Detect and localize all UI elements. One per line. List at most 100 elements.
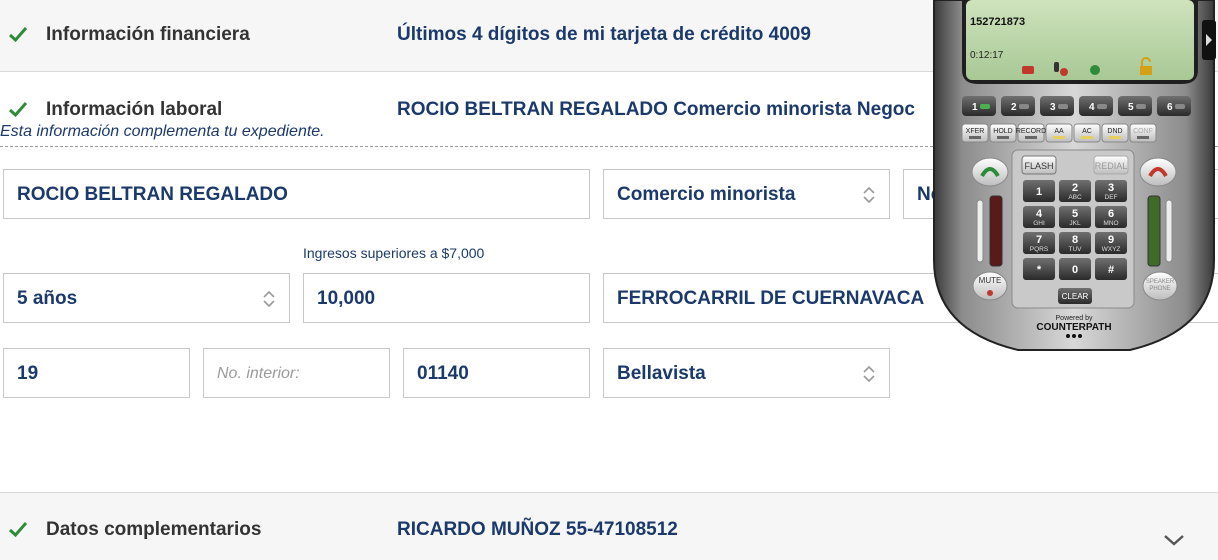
ext-number-input[interactable]: 19 — [3, 348, 190, 398]
dial-key-letters: GHI — [1033, 220, 1045, 227]
seniority-select[interactable]: 5 años — [3, 273, 290, 323]
line-key-1[interactable] — [962, 96, 996, 116]
employer-name-input[interactable]: ROCIO BELTRAN REGALADO — [3, 169, 590, 219]
dial-key-digit: 5 — [1072, 208, 1078, 220]
dial-key-letters: MNO — [1103, 220, 1118, 227]
user-add-icon — [1090, 65, 1100, 75]
function-key-label: XFER — [966, 128, 985, 135]
function-indicator — [997, 136, 1009, 139]
function-indicator — [1053, 136, 1065, 139]
check-icon — [8, 519, 28, 539]
function-key-label: AA — [1054, 128, 1064, 135]
dial-key-digit: 3 — [1108, 182, 1114, 194]
section-summary: ROCIO BELTRAN REGALADO Comercio minorist… — [397, 99, 915, 120]
income-input[interactable]: 10,000 — [303, 273, 590, 323]
lcd-screen — [966, 0, 1194, 80]
function-indicator — [1081, 136, 1093, 139]
speaker-level-meter — [1147, 195, 1161, 267]
line-indicator — [1019, 104, 1029, 109]
phone-icon — [1022, 66, 1034, 74]
field-value: 5 años — [17, 288, 78, 309]
zip-input[interactable]: 01140 — [403, 348, 590, 398]
line-key-5[interactable] — [1118, 96, 1152, 116]
line-key-4[interactable] — [1079, 96, 1113, 116]
redial-label: REDIAL — [1095, 161, 1128, 171]
function-key-label: HOLD — [993, 128, 1012, 135]
hangup-button[interactable] — [1139, 157, 1177, 187]
function-key-label: AC — [1082, 128, 1092, 135]
dial-key-digit: 0 — [1072, 264, 1078, 276]
select-arrows-icon — [863, 185, 875, 205]
dial-key-digit: 6 — [1108, 208, 1114, 220]
function-key-label: DND — [1107, 128, 1122, 135]
speaker-volume-slider[interactable] — [1165, 199, 1173, 263]
line-key-label: 6 — [1167, 102, 1173, 113]
int-number-input[interactable]: No. interior: — [203, 348, 390, 398]
function-indicator — [1137, 136, 1149, 139]
mic-volume-slider[interactable] — [976, 199, 984, 263]
dial-key-digit: 1 — [1036, 186, 1042, 198]
line-key-2[interactable] — [1001, 96, 1035, 116]
function-indicator — [969, 136, 981, 139]
field-value: Bellavista — [617, 363, 706, 384]
dial-key-digit: 8 — [1072, 234, 1078, 246]
dial-key-letters: WXYZ — [1102, 246, 1121, 253]
check-icon — [8, 99, 28, 119]
speaker-label: SPEAKER — [1146, 279, 1175, 285]
line-key-label: 5 — [1128, 102, 1134, 113]
section-extra[interactable]: Datos complementarios RICARDO MUÑOZ 55-4… — [0, 492, 1218, 560]
line-key-label: 2 — [1011, 102, 1017, 113]
line-key-3[interactable] — [1040, 96, 1074, 116]
neighborhood-select[interactable]: Bellavista — [603, 348, 890, 398]
dial-key-digit: * — [1037, 264, 1042, 276]
function-indicator — [1109, 136, 1121, 139]
clear-label: CLEAR — [1062, 292, 1089, 301]
field-value: Comercio minorista — [617, 184, 796, 205]
field-placeholder: No. interior: — [217, 365, 300, 382]
mic-level-meter — [989, 195, 1003, 267]
dial-key-letters: ABC — [1068, 194, 1082, 201]
line-indicator — [1097, 104, 1107, 109]
function-keys: XFER HOLD RECORD AA AC DND CONF — [961, 123, 1157, 143]
dial-key-digit: 4 — [1036, 208, 1043, 220]
section-title: Información laboral — [46, 99, 223, 120]
section-summary: Últimos 4 dígitos de mi tarjeta de crédi… — [397, 24, 811, 45]
line-indicator — [1058, 104, 1068, 109]
select-arrows-icon — [863, 364, 875, 384]
income-hint: Ingresos superiores a $7,000 — [303, 245, 485, 261]
field-value: 01140 — [417, 363, 469, 384]
mute-label: MUTE — [979, 276, 1002, 285]
field-value: ROCIO BELTRAN REGALADO — [17, 184, 288, 205]
call-timer: 0:12:17 — [970, 50, 1004, 61]
dial-key-digit: 9 — [1108, 234, 1114, 246]
field-value: 19 — [17, 363, 39, 384]
line-key-label: 3 — [1050, 102, 1056, 113]
industry-select[interactable]: Comercio minorista — [603, 169, 890, 219]
dial-key-letters: PQRS — [1030, 246, 1049, 253]
section-summary: RICARDO MUÑOZ 55-47108512 — [397, 519, 678, 540]
line-key-label: 1 — [972, 102, 978, 113]
call-button[interactable] — [971, 157, 1009, 187]
dial-key-digit: # — [1108, 264, 1114, 276]
dialed-number: 152721873 — [970, 16, 1025, 28]
line-indicator — [1136, 104, 1146, 109]
section-note: Esta información complementa tu expedien… — [0, 123, 325, 140]
dial-key-letters: TUV — [1069, 246, 1083, 253]
dial-key-letters: DEF — [1105, 194, 1118, 201]
field-value: 10,000 — [317, 288, 376, 309]
line-indicator — [1175, 104, 1185, 109]
dial-key-digit: 7 — [1036, 234, 1042, 246]
microphone-icon — [1054, 62, 1059, 72]
softphone-widget[interactable]: 152721873 0:12:17 1 2 3 4 5 6 XFER HOLD RECORD A… — [930, 0, 1218, 355]
line-key-label: 4 — [1089, 102, 1095, 113]
chevron-down-icon[interactable] — [1163, 532, 1185, 548]
section-title: Datos complementarios — [46, 519, 262, 540]
select-arrows-icon — [263, 289, 275, 309]
dial-key-digit: 2 — [1072, 182, 1078, 194]
line-key-6[interactable] — [1157, 96, 1191, 116]
function-key-label: RECORD — [1016, 128, 1046, 135]
flash-label: FLASH — [1024, 161, 1053, 171]
brand-logo: COUNTERPATH — [1036, 322, 1111, 333]
section-title: Información financiera — [46, 24, 250, 45]
speaker-label-2: PHONE — [1149, 286, 1170, 292]
